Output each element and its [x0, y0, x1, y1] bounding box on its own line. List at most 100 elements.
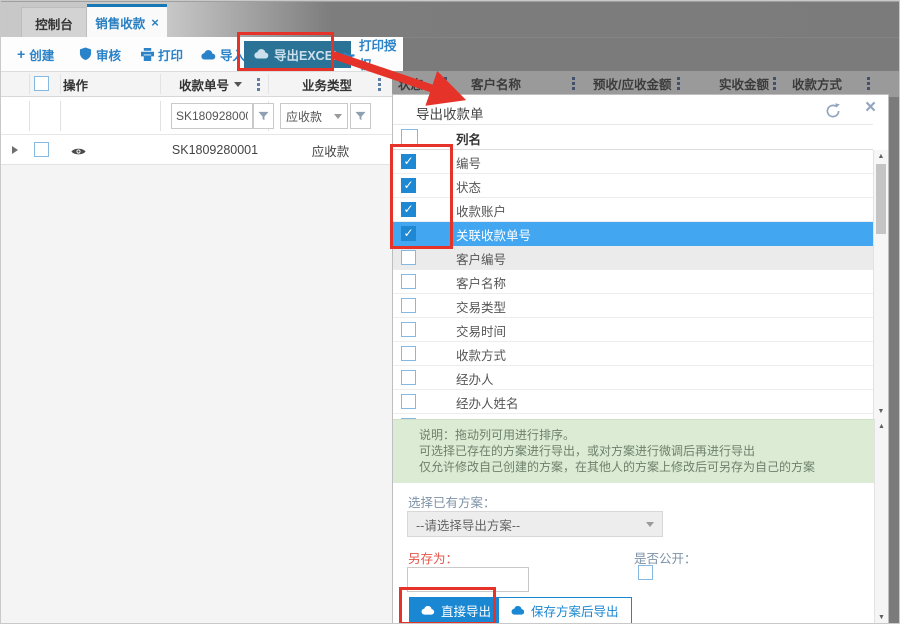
create-button[interactable]: + 创建 — [17, 37, 54, 71]
select-all-checkbox[interactable] — [34, 76, 49, 91]
cloud-upload-icon — [201, 49, 216, 60]
list-item[interactable]: 编号 — [393, 150, 873, 174]
export-excel-button[interactable]: 导出EXCEL — [244, 41, 351, 68]
save-as-input[interactable] — [407, 567, 529, 592]
funnel-icon — [258, 111, 269, 120]
tab-sales-receipt[interactable]: 销售收款 × — [87, 4, 167, 38]
scroll-up-icon[interactable]: ▲ — [875, 422, 888, 432]
cloud-download-icon — [511, 604, 525, 618]
cell-business-type: 应收款 — [311, 144, 350, 159]
shield-icon — [79, 47, 92, 61]
receipt-no-filter-input[interactable] — [171, 103, 253, 129]
column-header-received-amount: 实收金额 — [719, 77, 770, 92]
plan-select[interactable]: --请选择导出方案-- — [407, 511, 663, 537]
direct-export-button[interactable]: 直接导出 — [409, 597, 504, 623]
column-header-business-type[interactable]: 业务类型 — [302, 72, 352, 96]
funnel-icon — [355, 111, 366, 120]
modal-backdrop — [889, 97, 899, 623]
chevron-down-icon — [334, 113, 342, 119]
table-row[interactable]: SK1809280001 应收款 — [1, 135, 392, 165]
filter-funnel-button[interactable] — [253, 103, 274, 129]
tab-console[interactable]: 控制台 — [21, 7, 87, 38]
app-window: 控制台 销售收款 × + 创建 审核 打印 导入 导出EXCEL 打印授权 操作… — [0, 0, 900, 624]
list-item-selected[interactable]: 关联收款单号 — [393, 222, 873, 246]
column-menu-icon — [444, 77, 447, 90]
list-item[interactable]: 交易时间 — [393, 318, 873, 342]
audit-button[interactable]: 审核 — [79, 37, 121, 71]
view-eye-icon[interactable] — [71, 144, 86, 162]
sort-desc-icon — [234, 81, 243, 87]
save-plan-export-button[interactable]: 保存方案后导出 — [498, 597, 632, 623]
cloud-download-icon — [421, 604, 435, 618]
column-header-customer-name: 客户名称 — [471, 77, 522, 92]
dimmed-toolbar-area — [403, 37, 899, 71]
modal-scrollbar[interactable]: ▲ ▼ — [874, 419, 888, 623]
column-checkbox[interactable] — [401, 394, 416, 409]
modal-column-list: 编号 状态 收款账户 关联收款单号 客户编号 客户名称 交易类型 交易时间 收款… — [393, 150, 873, 419]
refresh-icon[interactable] — [825, 103, 841, 124]
row-checkbox[interactable] — [34, 142, 49, 157]
column-checkbox[interactable] — [401, 226, 416, 241]
tab-console-label: 控制台 — [35, 17, 73, 32]
column-header-payment-method: 收款方式 — [792, 77, 843, 92]
list-item[interactable]: 客户名称 — [393, 270, 873, 294]
column-checkbox[interactable] — [401, 274, 416, 289]
column-menu-icon — [572, 77, 575, 90]
modal-title: 导出收款单 — [416, 107, 484, 122]
scrollbar-thumb[interactable] — [876, 164, 886, 234]
column-menu-icon — [773, 77, 776, 90]
tab-close-icon[interactable]: × — [151, 16, 159, 29]
column-menu-icon — [867, 77, 870, 90]
print-button[interactable]: 打印 — [141, 37, 183, 71]
column-checkbox[interactable] — [401, 370, 416, 385]
scroll-down-icon[interactable]: ▼ — [875, 613, 888, 623]
scroll-down-icon[interactable]: ▼ — [874, 407, 888, 417]
tab-strip: 控制台 销售收款 × — [1, 1, 899, 38]
column-header-receipt-no[interactable]: 收款单号 — [179, 72, 243, 96]
list-item[interactable]: 收款账户 — [393, 198, 873, 222]
column-menu-icon[interactable] — [378, 78, 381, 91]
tab-sales-receipt-label: 销售收款 — [95, 17, 146, 31]
save-as-label: 另存为： — [408, 552, 459, 566]
column-header-operation[interactable]: 操作 — [63, 72, 88, 96]
export-note: 说明：拖动列可用进行排序。 可选择已存在的方案进行导出，或对方案进行微调后再进行… — [393, 419, 874, 483]
key-icon — [341, 48, 355, 61]
column-checkbox[interactable] — [401, 154, 416, 169]
modal-select-all-checkbox[interactable] — [401, 129, 418, 146]
toolbar: + 创建 审核 打印 导入 导出EXCEL 打印授权 — [1, 37, 403, 72]
column-checkbox[interactable] — [401, 202, 416, 217]
column-header-receivable-amount: 预收/应收金额 — [593, 77, 672, 92]
column-header-status: 状态 — [398, 77, 424, 92]
column-menu-icon[interactable] — [257, 78, 260, 91]
list-scrollbar[interactable]: ▲ ▼ — [873, 150, 888, 419]
list-item[interactable]: 交易类型 — [393, 294, 873, 318]
plus-icon: + — [17, 46, 26, 62]
scroll-up-icon[interactable]: ▲ — [874, 152, 888, 162]
modal-list-header: 列名 — [393, 124, 873, 150]
business-type-filter-select[interactable]: 应收款 — [280, 103, 348, 129]
column-checkbox[interactable] — [401, 250, 416, 265]
cell-receipt-no: SK1809280001 — [171, 143, 259, 157]
list-item[interactable]: 收款方式 — [393, 342, 873, 366]
import-button[interactable]: 导入 — [201, 37, 245, 71]
table-empty-area — [1, 165, 392, 623]
list-item[interactable]: 经办人 — [393, 366, 873, 390]
chevron-down-icon — [646, 521, 654, 527]
print-authorize-button[interactable]: 打印授权 — [341, 37, 403, 72]
modal-list-header-label: 列名 — [456, 132, 482, 147]
column-menu-icon — [677, 77, 680, 90]
printer-icon — [141, 47, 154, 61]
column-checkbox[interactable] — [401, 322, 416, 337]
cloud-download-icon — [254, 48, 269, 62]
column-checkbox[interactable] — [401, 346, 416, 361]
list-item[interactable]: 经办人姓名 — [393, 390, 873, 414]
column-checkbox[interactable] — [401, 298, 416, 313]
close-icon[interactable]: × — [865, 97, 876, 119]
filter-funnel-button[interactable] — [350, 103, 371, 129]
list-item[interactable]: 客户编号 — [393, 246, 873, 270]
table-filter-row: 应收款 — [1, 97, 392, 135]
row-expand-icon[interactable] — [12, 146, 18, 154]
list-item[interactable]: 状态 — [393, 174, 873, 198]
public-checkbox[interactable] — [638, 565, 653, 580]
column-checkbox[interactable] — [401, 178, 416, 193]
